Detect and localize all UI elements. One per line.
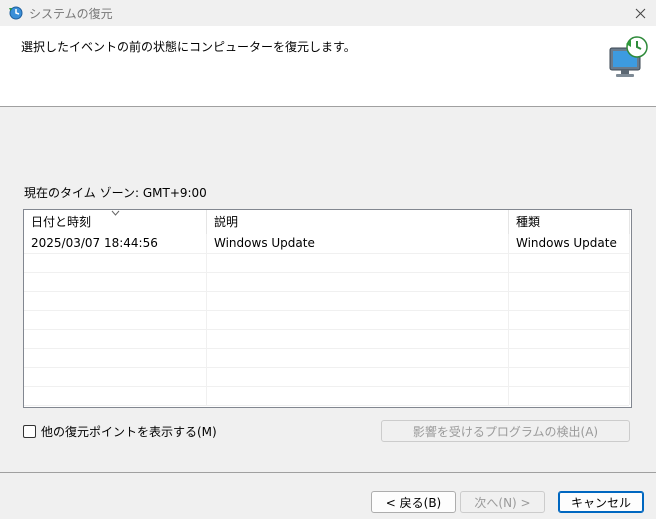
empty-row bbox=[24, 291, 630, 311]
monitor-restore-icon bbox=[609, 36, 648, 77]
empty-cell bbox=[207, 272, 509, 291]
empty-cell bbox=[207, 253, 509, 272]
empty-cell bbox=[509, 386, 630, 405]
list-header: 日付と時刻 説明 種類 bbox=[24, 210, 631, 234]
empty-cell bbox=[207, 291, 509, 310]
cell-description: Windows Update bbox=[207, 234, 509, 253]
empty-cell bbox=[509, 272, 630, 291]
show-more-restore-points[interactable]: 他の復元ポイントを表示する(M) bbox=[23, 423, 217, 440]
empty-cell bbox=[24, 272, 207, 291]
timezone-label: 現在のタイム ゾーン: GMT+9:00 bbox=[24, 186, 207, 200]
next-button-label: 次へ(N) > bbox=[474, 495, 531, 510]
column-header-datetime[interactable]: 日付と時刻 bbox=[24, 210, 207, 234]
window-title: システムの復元 bbox=[29, 7, 113, 21]
cell-type: Windows Update bbox=[509, 234, 630, 253]
empty-cell bbox=[24, 329, 207, 348]
empty-cell bbox=[509, 348, 630, 367]
empty-cell bbox=[207, 310, 509, 329]
column-header-type[interactable]: 種類 bbox=[509, 210, 630, 234]
next-button[interactable]: 次へ(N) > bbox=[460, 491, 545, 513]
empty-row bbox=[24, 386, 630, 406]
empty-cell bbox=[509, 291, 630, 310]
empty-cell bbox=[24, 253, 207, 272]
wizard-header: 選択したイベントの前の状態にコンピューターを復元します。 bbox=[0, 26, 656, 107]
table-row[interactable]: 2025/03/07 18:44:56 Windows Update Windo… bbox=[24, 234, 630, 254]
empty-cell bbox=[207, 329, 509, 348]
empty-cell bbox=[509, 253, 630, 272]
empty-row bbox=[24, 348, 630, 368]
scan-button-label: 影響を受けるプログラムの検出(A) bbox=[412, 424, 599, 439]
cancel-button-label: キャンセル bbox=[570, 495, 631, 510]
header-instruction: 選択したイベントの前の状態にコンピューターを復元します。 bbox=[21, 40, 356, 54]
column-header-label: 種類 bbox=[516, 215, 541, 229]
column-header-description[interactable]: 説明 bbox=[207, 210, 509, 234]
empty-cell bbox=[24, 291, 207, 310]
show-more-label: 他の復元ポイントを表示する(M) bbox=[41, 425, 217, 439]
column-header-label: 説明 bbox=[214, 215, 239, 229]
system-restore-icon bbox=[9, 6, 23, 20]
cell-datetime: 2025/03/07 18:44:56 bbox=[24, 234, 207, 253]
empty-cell bbox=[24, 386, 207, 405]
empty-cell bbox=[509, 329, 630, 348]
empty-cell bbox=[24, 348, 207, 367]
restore-point-list[interactable]: 日付と時刻 説明 種類 2025/03/07 18:44:56 Windows … bbox=[23, 209, 632, 408]
empty-cell bbox=[509, 367, 630, 386]
empty-row bbox=[24, 329, 630, 349]
cancel-button[interactable]: キャンセル bbox=[558, 491, 644, 513]
scan-affected-programs-button[interactable]: 影響を受けるプログラムの検出(A) bbox=[381, 420, 630, 442]
title-bar: システムの復元 bbox=[0, 0, 656, 26]
close-icon bbox=[635, 8, 645, 18]
back-button[interactable]: < 戻る(B) bbox=[371, 491, 456, 513]
column-header-label: 日付と時刻 bbox=[31, 215, 92, 229]
empty-row bbox=[24, 310, 630, 330]
empty-cell bbox=[24, 310, 207, 329]
empty-row bbox=[24, 367, 630, 387]
close-button[interactable] bbox=[624, 0, 656, 26]
show-more-checkbox[interactable] bbox=[23, 425, 36, 438]
empty-cell bbox=[207, 367, 509, 386]
back-button-label: < 戻る(B) bbox=[385, 495, 442, 510]
empty-cell bbox=[207, 348, 509, 367]
footer-divider bbox=[0, 472, 656, 473]
empty-cell bbox=[509, 310, 630, 329]
empty-row bbox=[24, 253, 630, 273]
empty-row bbox=[24, 272, 630, 292]
empty-cell bbox=[207, 386, 509, 405]
sort-descending-icon bbox=[111, 210, 120, 216]
empty-cell bbox=[24, 367, 207, 386]
